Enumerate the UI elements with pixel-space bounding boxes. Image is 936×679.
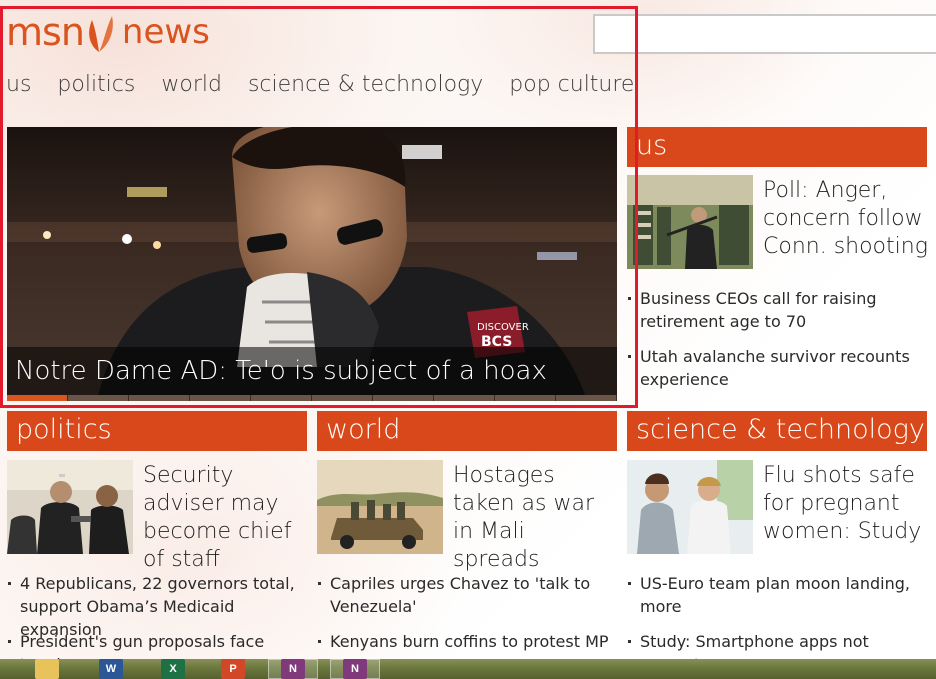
powerpoint-icon: P [221, 659, 245, 679]
search-input[interactable] [593, 14, 936, 54]
world-feature-thumbnail[interactable] [317, 460, 443, 554]
section-header-science-technology[interactable]: science & technology [627, 411, 927, 451]
nav-item-us[interactable]: us [6, 70, 31, 100]
section-us: us [627, 127, 927, 167]
nav-item-science-technology[interactable]: science & technology [248, 70, 483, 100]
windows-taskbar: W X P N N [0, 659, 936, 679]
section-politics: politics [7, 411, 307, 451]
hero-story[interactable]: DISCOVER BCS Notre Dame AD: Te'o is subj… [7, 127, 617, 401]
taskbar-button-excel[interactable]: X [148, 659, 198, 679]
logo-msn-text: msn [6, 10, 85, 54]
pager-segment[interactable] [312, 395, 373, 401]
pager-segment[interactable] [129, 395, 190, 401]
us-feature-thumbnail[interactable] [627, 175, 753, 269]
politics-feature-thumbnail[interactable] [7, 460, 133, 554]
scitech-feature-thumbnail[interactable] [627, 460, 753, 554]
taskbar-button-word[interactable]: W [86, 659, 136, 679]
svg-text:DISCOVER: DISCOVER [477, 322, 529, 333]
nav-item-politics[interactable]: politics [57, 70, 135, 100]
section-nav: us politics world science & technology p… [6, 70, 660, 100]
taskbar-button-onenote[interactable]: N [268, 659, 318, 679]
pager-segment[interactable] [373, 395, 434, 401]
politics-feature-title[interactable]: Security adviser may become chief of sta… [143, 462, 307, 574]
scitech-feature-title[interactable]: Flu shots safe for pregnant women: Study [763, 462, 933, 546]
world-feature-title[interactable]: Hostages taken as war in Mali spreads [453, 462, 617, 574]
section-header-us[interactable]: us [627, 127, 927, 167]
hero-caption[interactable]: Notre Dame AD: Te'o is subject of a hoax [7, 347, 617, 395]
nav-item-world[interactable]: world [161, 70, 222, 100]
pager-segment[interactable] [68, 395, 129, 401]
excel-icon: X [161, 659, 185, 679]
folder-icon [35, 659, 59, 679]
onenote-icon: N [281, 659, 305, 679]
us-feature-title[interactable]: Poll: Anger, concern follow Conn. shooti… [763, 177, 933, 261]
pager-segment[interactable] [190, 395, 251, 401]
world-bullet-2[interactable]: Kenyans burn coffins to protest MP [317, 630, 617, 653]
section-header-world[interactable]: world [317, 411, 617, 451]
hero-pager [7, 395, 617, 401]
butterfly-icon [89, 16, 113, 52]
us-bullet-1[interactable]: Business CEOs call for raising retiremen… [627, 287, 927, 333]
pager-segment[interactable] [495, 395, 556, 401]
logo-section-text: news [121, 12, 210, 52]
pager-segment[interactable] [251, 395, 312, 401]
taskbar-button-file-explorer[interactable] [22, 659, 72, 679]
onenote-icon: N [343, 659, 367, 679]
scitech-feature-photo [627, 460, 753, 554]
taskbar-button-onenote-2[interactable]: N [330, 659, 380, 679]
nav-item-pop-culture[interactable]: pop culture [509, 70, 634, 100]
word-icon: W [99, 659, 123, 679]
politics-feature-photo [7, 460, 133, 554]
pager-segment[interactable] [7, 395, 68, 401]
us-feature-photo [627, 175, 753, 269]
scitech-bullet-1[interactable]: US-Euro team plan moon landing, more [627, 572, 932, 618]
world-bullet-1[interactable]: Capriles urges Chavez to 'talk to Venezu… [317, 572, 617, 618]
pager-segment[interactable] [434, 395, 495, 401]
pager-segment[interactable] [556, 395, 617, 401]
world-feature-photo [317, 460, 443, 554]
us-bullet-2[interactable]: Utah avalanche survivor recounts experie… [627, 345, 927, 391]
section-header-politics[interactable]: politics [7, 411, 307, 451]
taskbar-button-powerpoint[interactable]: P [208, 659, 258, 679]
msn-news-logo[interactable]: msn news [6, 2, 210, 54]
section-world: world [317, 411, 617, 451]
section-science-technology: science & technology [627, 411, 927, 451]
